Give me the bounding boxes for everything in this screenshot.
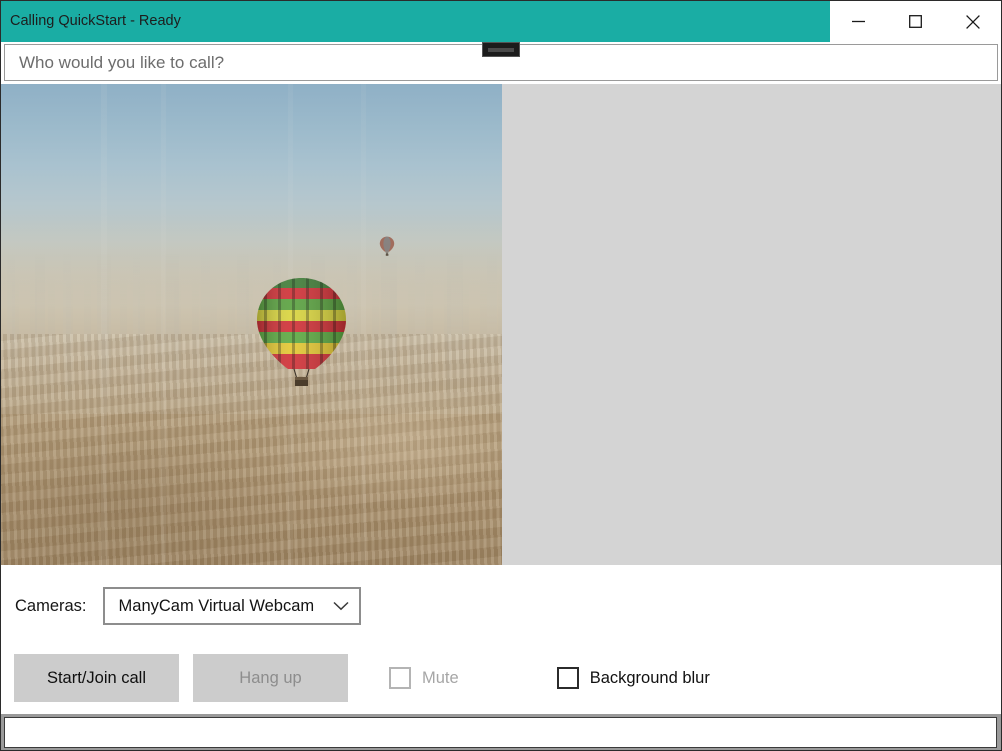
- window-controls: [830, 1, 1001, 42]
- distant-hot-air-balloon-icon: [379, 236, 395, 256]
- hang-up-button: Hang up: [193, 654, 348, 702]
- controls-panel: Cameras: ManyCam Virtual Webcam Start/Jo…: [1, 565, 1001, 714]
- call-controls-row: Start/Join call Hang up Mute Background …: [1, 654, 710, 702]
- background-blur-checkbox-label: Background blur: [590, 670, 710, 687]
- background-blur-checkbox[interactable]: Background blur: [557, 667, 710, 689]
- maximize-icon: [909, 15, 922, 28]
- close-button[interactable]: [944, 1, 1001, 42]
- cameras-label: Cameras:: [15, 597, 87, 616]
- status-bar: [1, 714, 1001, 750]
- title-bar-caption[interactable]: Calling QuickStart - Ready: [1, 1, 830, 42]
- minimize-icon: [852, 15, 865, 28]
- video-ghost-columns: [1, 84, 502, 565]
- background-blur-checkbox-box[interactable]: [557, 667, 579, 689]
- camera-select-value: ManyCam Virtual Webcam: [119, 597, 333, 616]
- remote-video-panel: [502, 84, 1001, 565]
- mute-checkbox-box: [389, 667, 411, 689]
- start-join-call-button[interactable]: Start/Join call: [14, 654, 179, 702]
- close-icon: [966, 15, 980, 29]
- status-input[interactable]: [4, 717, 997, 748]
- chevron-down-icon: [333, 601, 349, 611]
- local-video-preview[interactable]: manycam: [1, 84, 502, 565]
- camera-row: Cameras: ManyCam Virtual Webcam: [1, 587, 361, 625]
- video-stage: manycam: [1, 84, 1001, 565]
- minimize-button[interactable]: [830, 1, 887, 42]
- maximize-button[interactable]: [887, 1, 944, 42]
- hot-air-balloon-icon: [254, 276, 349, 388]
- ime-candidate-pill: [482, 42, 520, 57]
- title-bar: Calling QuickStart - Ready: [1, 1, 1001, 42]
- calling-quickstart-window: Calling QuickStart - Ready: [0, 0, 1002, 751]
- camera-select[interactable]: ManyCam Virtual Webcam: [103, 587, 361, 625]
- mute-checkbox-label: Mute: [422, 670, 459, 687]
- window-title: Calling QuickStart - Ready: [10, 14, 181, 29]
- mute-checkbox: Mute: [389, 667, 459, 689]
